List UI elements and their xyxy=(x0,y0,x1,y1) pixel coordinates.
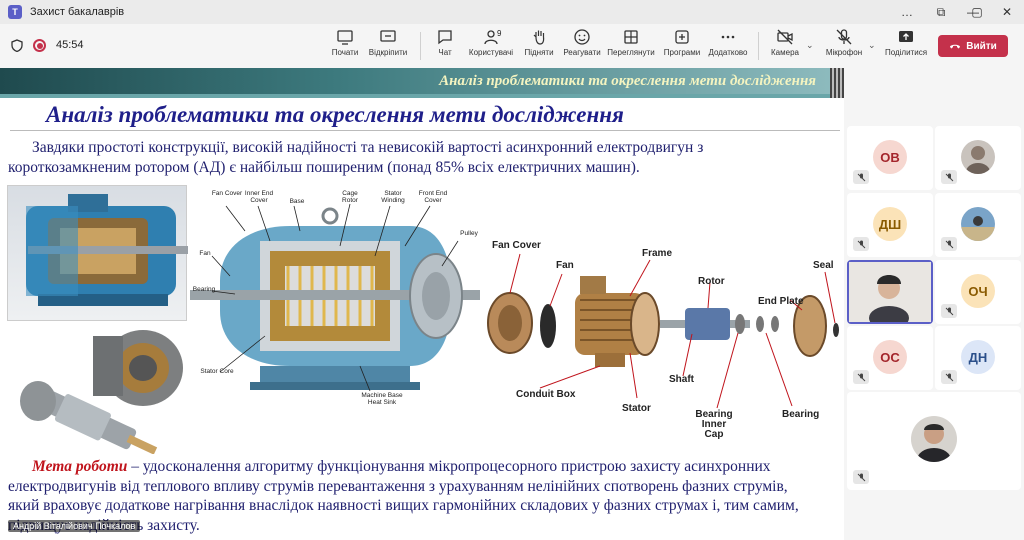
slide-band-title: Аналіз проблематики та окреслення мети д… xyxy=(439,73,816,89)
teams-app-icon: T xyxy=(8,5,22,19)
mic-muted-icon xyxy=(853,170,869,184)
avatar: ОС xyxy=(873,340,907,374)
camera-options-chevron-icon[interactable]: ⌄ xyxy=(806,40,814,51)
mic-muted-icon xyxy=(941,170,957,184)
participants-panel: ОВ ДШ ОЧ ОС ДН xyxy=(844,68,1024,540)
heading-divider xyxy=(10,130,840,131)
camera-off-icon xyxy=(777,29,793,45)
participant-video-tile[interactable] xyxy=(847,260,933,324)
participant-tile[interactable]: ОВ xyxy=(847,126,933,190)
unpin-button[interactable]: Відкріпити xyxy=(366,28,410,64)
label-stator: Stator xyxy=(622,403,651,414)
chat-button[interactable]: Чат xyxy=(430,28,460,64)
label-base: Base xyxy=(289,198,305,205)
screen-icon xyxy=(337,30,353,45)
mic-options-chevron-icon[interactable]: ⌄ xyxy=(868,40,876,51)
share-button[interactable]: Поділитися xyxy=(882,28,930,64)
grid-view-icon xyxy=(624,30,638,44)
slide-band-stripes xyxy=(830,68,844,98)
mic-muted-icon xyxy=(941,370,957,384)
label-cage-rotor: Cage Rotor xyxy=(342,190,358,204)
participant-tile[interactable] xyxy=(935,193,1021,257)
participant-tile[interactable]: ОС xyxy=(847,326,933,390)
participant-tile[interactable]: ОЧ xyxy=(935,260,1021,324)
close-button[interactable]: ✕ xyxy=(990,0,1024,24)
more-button[interactable]: Додатково xyxy=(706,28,750,64)
label-frame: Frame xyxy=(642,248,673,259)
slide-paragraph-intro: Завдяки простоті конструкції, високій на… xyxy=(8,139,704,176)
add-app-icon xyxy=(675,30,689,44)
hand-icon xyxy=(533,30,545,45)
more-options-icon[interactable]: … xyxy=(890,0,924,24)
presenter-name: Андрій Віталійович Почкалов xyxy=(8,520,141,532)
hang-up-icon xyxy=(950,44,961,49)
avatar: ОЧ xyxy=(961,274,995,308)
participant-video xyxy=(849,262,931,322)
motor-exploded-diagram: Fan Cover Fan Frame Rotor Seal End Plate… xyxy=(480,238,840,440)
label-bearing-expl: Bearing xyxy=(782,409,820,420)
maximize-button[interactable]: ▢ xyxy=(960,0,994,24)
avatar: ДН xyxy=(961,340,995,374)
more-icon xyxy=(721,35,735,39)
meeting-timer: 45:54 xyxy=(56,39,84,51)
motor-cutaway-photo xyxy=(7,185,188,321)
label-seal: Seal xyxy=(813,260,834,271)
avatar: ДШ xyxy=(873,207,907,241)
label-fan-cover: Fan Cover xyxy=(211,190,243,197)
label-stator-winding: Stator Winding xyxy=(381,190,405,204)
participant-tile[interactable]: ДШ xyxy=(847,193,933,257)
start-button[interactable]: Почати xyxy=(328,28,362,64)
view-button[interactable]: Переглянути xyxy=(606,28,656,64)
participant-tile[interactable]: ДН xyxy=(935,326,1021,390)
label-fan: Fan xyxy=(199,250,211,257)
label-fan-expl: Fan xyxy=(556,260,574,271)
label-rotor: Rotor xyxy=(698,276,725,287)
camera-button[interactable]: Камера xyxy=(766,28,804,64)
share-icon xyxy=(899,31,913,42)
label-front-end-cover: Front End Cover xyxy=(418,190,448,204)
label-stator-core: Stator Core xyxy=(200,368,234,375)
people-button[interactable]: 9 Користувачі xyxy=(466,28,516,64)
mic-muted-icon xyxy=(941,237,957,251)
avatar-photo xyxy=(961,140,995,174)
popout-icon[interactable]: ⧉ xyxy=(924,0,958,24)
label-bearing: Bearing xyxy=(192,286,216,293)
participant-tile-wide[interactable] xyxy=(847,392,1021,490)
recording-icon xyxy=(33,39,46,52)
label-machine-base: Machine Base Heat Sink xyxy=(361,392,403,406)
label-bearing-inner-cap: Bearing Inner Cap xyxy=(695,409,733,440)
people-count: 9 xyxy=(497,29,502,38)
label-inner-end-cover: Inner End Cover xyxy=(244,190,274,204)
apps-button[interactable]: Програми xyxy=(660,28,704,64)
slide-heading: Аналіз проблематики та окреслення мети д… xyxy=(46,102,624,127)
chat-icon xyxy=(438,30,452,45)
label-pulley: Pulley xyxy=(460,230,478,237)
avatar-photo xyxy=(911,416,957,462)
leave-button[interactable]: Вийти xyxy=(938,35,1008,57)
react-button[interactable]: Реагувати xyxy=(560,28,604,64)
shield-icon[interactable] xyxy=(11,39,23,52)
avatar-photo xyxy=(961,207,995,241)
raise-hand-button[interactable]: Підняти xyxy=(522,28,556,64)
mic-muted-icon xyxy=(853,370,869,384)
label-fan-cover-expl: Fan Cover xyxy=(492,240,541,251)
participant-tile[interactable] xyxy=(935,126,1021,190)
microphone-button[interactable]: Мікрофон xyxy=(822,28,866,64)
mic-off-icon xyxy=(836,29,852,45)
goal-label: Мета роботи xyxy=(32,458,128,475)
mic-muted-icon xyxy=(941,304,957,318)
motor-cutaway-diagram: Fan Cover Inner End Cover Base Cage Roto… xyxy=(190,186,480,416)
avatar: ОВ xyxy=(873,140,907,174)
shared-screen: Аналіз проблематики та окреслення мети д… xyxy=(0,68,844,540)
mic-muted-icon xyxy=(853,237,869,251)
mic-muted-icon xyxy=(853,470,869,484)
label-shaft: Shaft xyxy=(669,374,694,385)
emoji-icon xyxy=(574,29,590,45)
rotor-stator-photo xyxy=(8,326,188,455)
label-conduit-box: Conduit Box xyxy=(516,389,576,400)
unpin-icon xyxy=(380,30,396,42)
window-title: Захист бакалаврів xyxy=(30,6,125,18)
title-bar: T Захист бакалаврів xyxy=(0,0,1024,24)
label-end-plate: End Plate xyxy=(758,296,804,307)
